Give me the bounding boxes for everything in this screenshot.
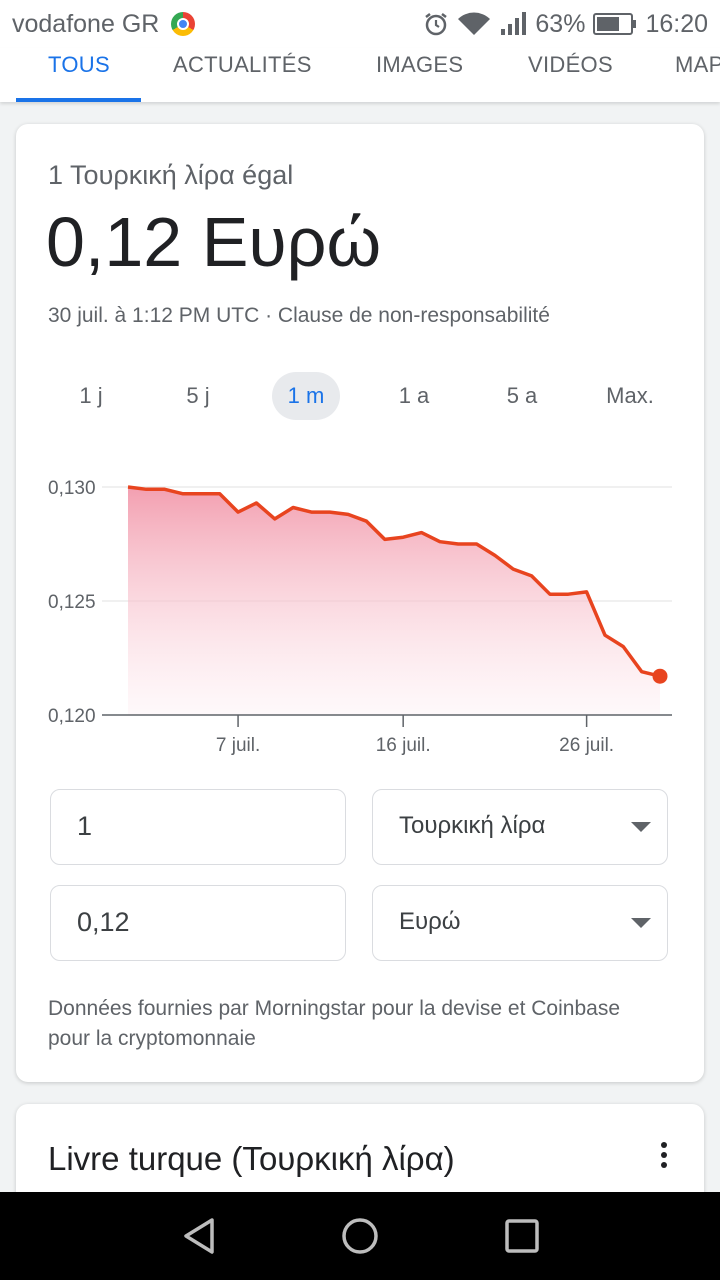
- chrome-icon: [171, 12, 195, 36]
- battery-icon: [593, 13, 637, 35]
- currency-from-label: Τουρκική λίρα: [399, 812, 546, 839]
- y-tick-label: 0,125: [48, 592, 96, 613]
- signal-icon: [501, 12, 527, 35]
- tab-videos[interactable]: VIDÉOS: [528, 52, 613, 78]
- tab-all[interactable]: TOUS: [48, 52, 110, 78]
- more-options-icon[interactable]: [660, 1142, 668, 1170]
- back-icon[interactable]: [180, 1216, 220, 1256]
- currency-converter-card: 1 Τουρκική λίρα égal 0,12 Ευρώ 30 juil. …: [16, 124, 704, 1082]
- range-5-day[interactable]: 5 j: [168, 372, 228, 420]
- battery-percent: 63%: [535, 9, 586, 38]
- data-source-note: Données fournies par Morningstar pour la…: [48, 997, 620, 1050]
- currency-to-select[interactable]: Ευρώ: [372, 885, 668, 961]
- alarm-icon: [425, 13, 448, 36]
- y-tick-label: 0,130: [48, 478, 96, 499]
- range-max[interactable]: Max.: [592, 372, 668, 420]
- active-tab-indicator: [16, 98, 141, 102]
- tab-maps[interactable]: MAPS: [675, 52, 720, 78]
- timestamp-disclaimer: 30 juil. à 1:12 PM UTC · Clause de non-r…: [48, 304, 550, 327]
- amount-from-input[interactable]: 1: [50, 789, 346, 865]
- amount-from-value: 1: [77, 811, 93, 841]
- status-icons: 63% 16:20: [423, 8, 708, 40]
- latest-point-marker: [652, 668, 668, 684]
- tab-images[interactable]: IMAGES: [376, 52, 463, 78]
- home-icon[interactable]: [340, 1216, 380, 1256]
- amount-to-input[interactable]: 0,12: [50, 885, 346, 961]
- area-fill: [128, 487, 660, 715]
- conversion-result: 0,12 Ευρώ: [46, 203, 382, 281]
- tab-news[interactable]: ACTUALITÉS: [173, 52, 312, 78]
- amount-to-value: 0,12: [77, 907, 130, 937]
- dropdown-caret-icon: [631, 918, 651, 928]
- system-nav-bar: [0, 1192, 720, 1280]
- y-tick-label: 0,120: [48, 706, 96, 727]
- range-1-month[interactable]: 1 m: [272, 372, 340, 420]
- currency-from-select[interactable]: Τουρκική λίρα: [372, 789, 668, 865]
- clock-time: 16:20: [645, 9, 708, 38]
- x-tick-label: 26 juil.: [559, 735, 614, 756]
- carrier-name: vodafone GR: [12, 10, 160, 38]
- x-tick-label: 7 juil.: [216, 735, 260, 756]
- wifi-icon: [458, 12, 491, 35]
- currency-to-label: Ευρώ: [399, 908, 461, 935]
- conversion-subtitle: 1 Τουρκική λίρα égal: [48, 160, 294, 190]
- range-1-day[interactable]: 1 j: [60, 372, 122, 420]
- knowledge-card-title: Livre turque (Τουρκική λίρα): [48, 1140, 455, 1177]
- range-1-year[interactable]: 1 a: [380, 372, 448, 420]
- status-bar: vodafone GR 63% 16:20: [0, 0, 720, 48]
- search-tabs: TOUS ACTUALITÉS IMAGES VIDÉOS MAPS: [0, 48, 720, 102]
- x-tick-label: 16 juil.: [376, 735, 431, 756]
- exchange-rate-chart[interactable]: 0,130 0,125 0,120 7 juil. 16 juil. 26 juil.: [16, 454, 704, 764]
- range-5-year[interactable]: 5 a: [488, 372, 556, 420]
- dropdown-caret-icon: [631, 822, 651, 832]
- recents-icon[interactable]: [502, 1216, 542, 1256]
